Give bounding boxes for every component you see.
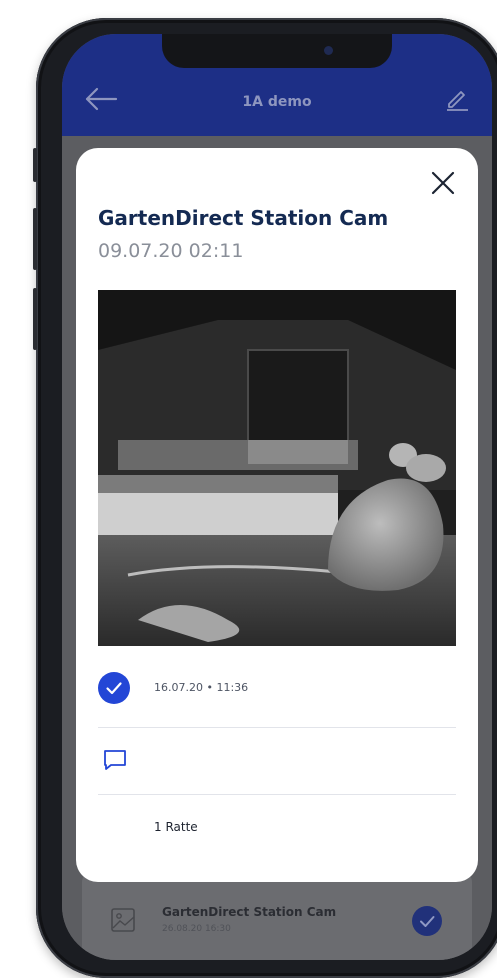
list-item-datetime: 26.08.20 16:30 <box>162 924 231 934</box>
front-camera <box>324 46 333 55</box>
phone-volume-down <box>33 288 37 350</box>
phone-volume-up <box>33 208 37 270</box>
divider <box>98 794 456 795</box>
phone-screen: 1A demo GartenDirect Station Cam 26.08.2… <box>62 34 492 960</box>
modal-title: GartenDirect Station Cam <box>98 206 389 230</box>
list-item[interactable]: GartenDirect Station Cam 26.08.20 16:30 <box>82 872 472 960</box>
divider <box>98 727 456 728</box>
phone-notch <box>162 34 392 68</box>
pencil-icon[interactable] <box>444 86 470 112</box>
check-circle-icon <box>412 906 442 936</box>
comment-icon[interactable] <box>102 748 128 772</box>
check-circle-icon[interactable] <box>98 672 130 704</box>
detail-modal: GartenDirect Station Cam 09.07.20 02:11 <box>76 148 478 882</box>
modal-timestamp: 09.07.20 02:11 <box>98 240 244 262</box>
camera-photo[interactable] <box>98 290 456 646</box>
list-item-title: GartenDirect Station Cam <box>162 905 337 919</box>
phone-mute-switch <box>33 148 37 182</box>
close-icon[interactable] <box>428 168 458 198</box>
note-text: 1 Ratte <box>154 820 198 834</box>
header-title: 1A demo <box>242 94 312 110</box>
image-icon <box>111 908 135 932</box>
check-datetime: 16.07.20 • 11:36 <box>154 681 249 694</box>
